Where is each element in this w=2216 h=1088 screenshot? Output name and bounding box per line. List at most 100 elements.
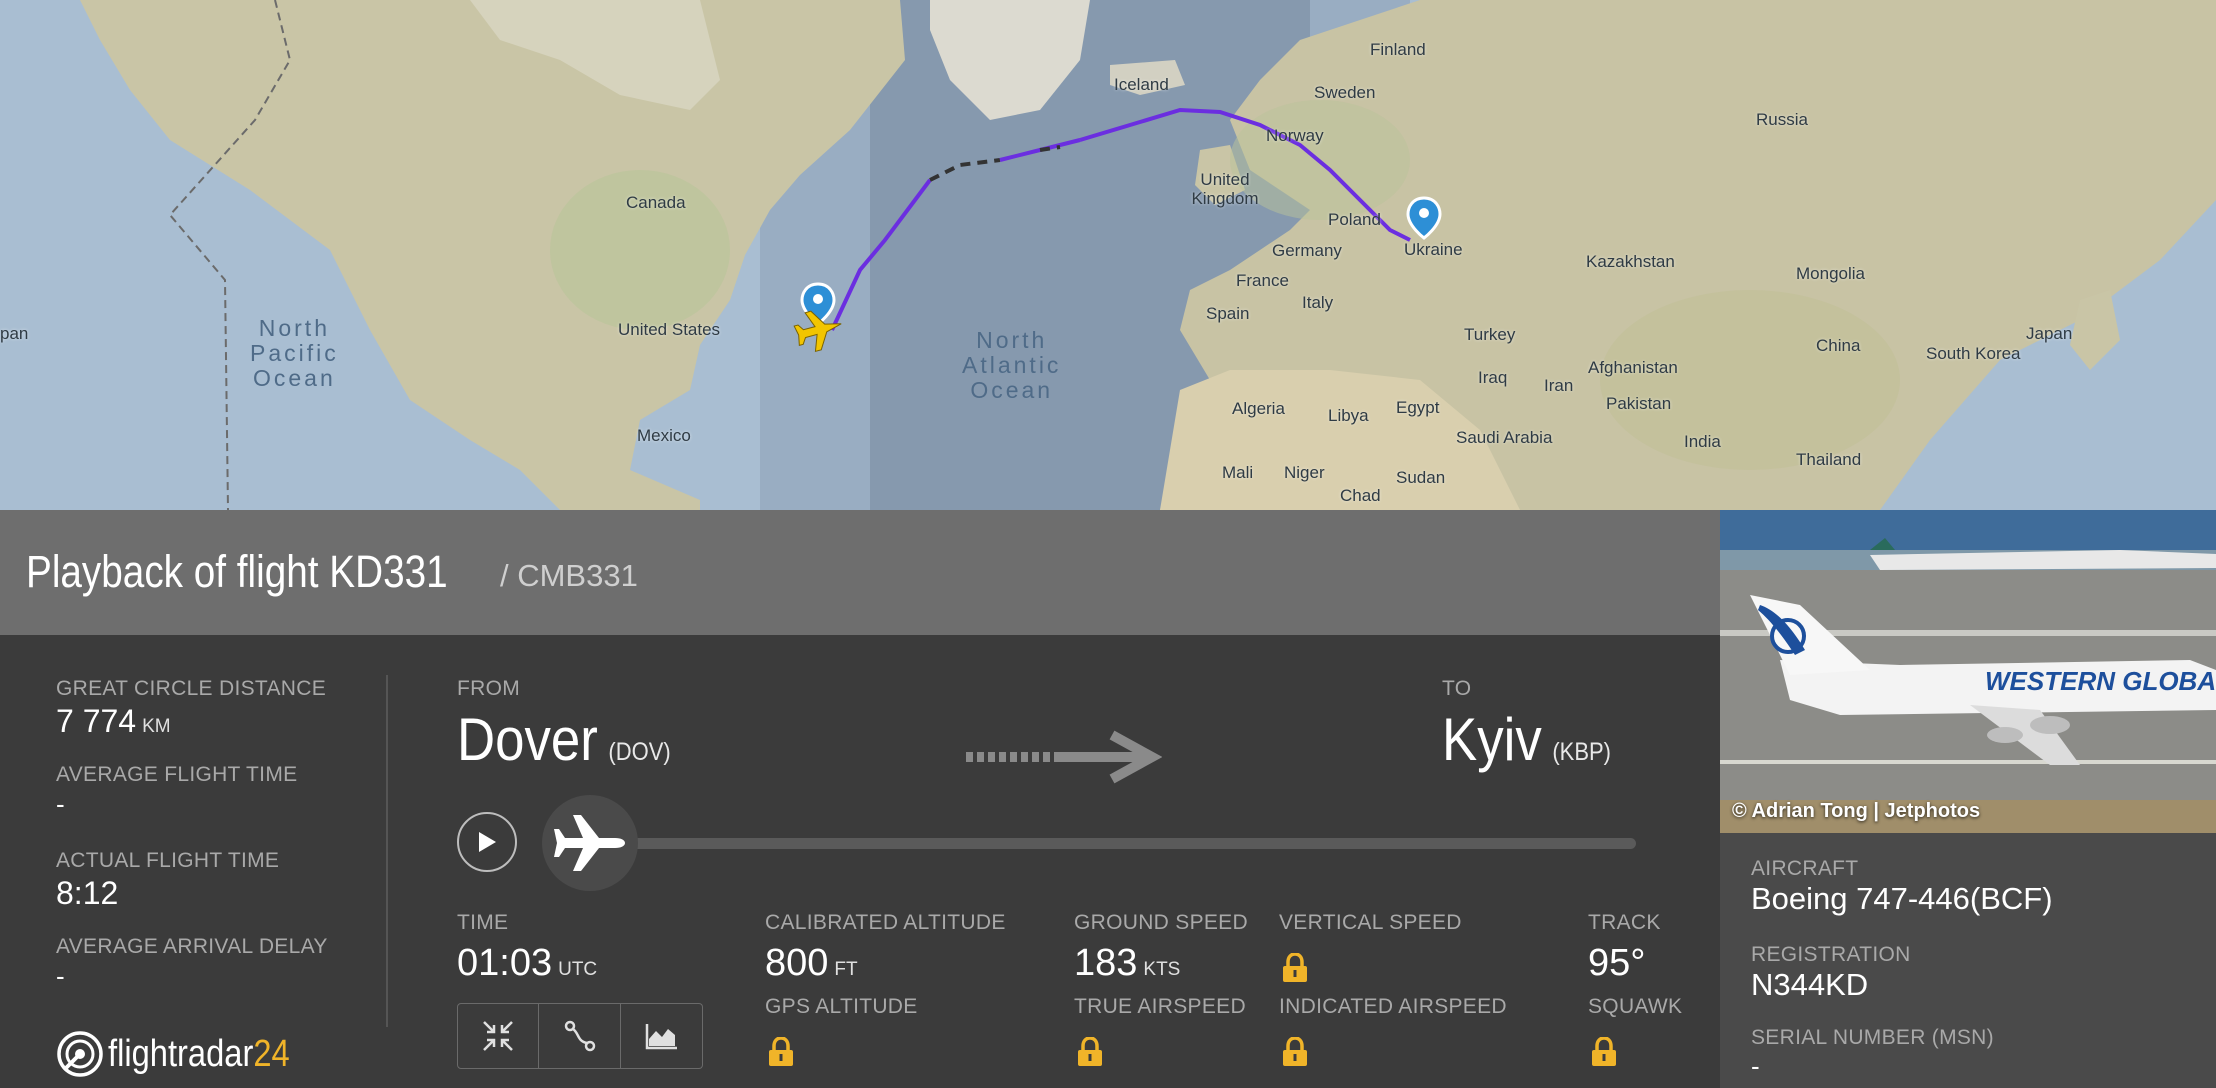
play-button[interactable] [457, 812, 517, 872]
indicated-airspeed-lock-icon[interactable] [1281, 1037, 1309, 1067]
map-label-spain: Spain [1206, 304, 1250, 323]
collapse-arrows-icon [483, 1021, 513, 1051]
page-title: Playback of flight KD331 [26, 546, 448, 597]
route-view-button[interactable] [539, 1003, 621, 1069]
altitude-graph-button[interactable] [621, 1003, 703, 1069]
vertical-speed-lock-icon[interactable] [1281, 953, 1309, 983]
origin-city[interactable]: Dover (DOV) [457, 705, 671, 774]
map-graphic [0, 0, 2216, 510]
map-label-libya: Libya [1328, 406, 1369, 425]
destination-city[interactable]: Kyiv (KBP) [1442, 705, 1611, 774]
aircraft-info-panel: AIRCRAFT Boeing 747-446(BCF) REGISTRATIO… [1720, 833, 2216, 1088]
calibrated-altitude-number: 800 [765, 942, 829, 984]
actual-flight-time-label: ACTUAL FLIGHT TIME [56, 849, 280, 872]
ocean-label-north-atlantic: North Atlantic Ocean [962, 327, 1062, 403]
time-value: 01:03 UTC [457, 942, 597, 985]
map-label-united-states: United States [618, 320, 721, 339]
map-label-pakistan: Pakistan [1606, 394, 1672, 413]
to-label: TO [1442, 677, 1472, 700]
map-label-iran: Iran [1544, 376, 1574, 395]
map-label-kazakhstan: Kazakhstan [1586, 252, 1675, 271]
map-label-china: China [1816, 336, 1861, 355]
registration-label: REGISTRATION [1751, 943, 1911, 966]
map-label-algeria: Algeria [1232, 399, 1285, 418]
serial-number-label: SERIAL NUMBER (MSN) [1751, 1026, 1994, 1049]
average-arrival-delay-value: - [56, 961, 65, 991]
playback-track[interactable] [590, 838, 1636, 849]
aircraft-livery-text: WESTERN GLOBAL [1985, 666, 2216, 696]
map-label-finland: Finland [1370, 40, 1426, 59]
map-label-saudi-arabia: Saudi Arabia [1456, 428, 1553, 447]
logo-text: flightradar24 [108, 1033, 290, 1076]
map-label-turkey: Turkey [1464, 325, 1516, 344]
ground-speed-label: GROUND SPEED [1074, 911, 1248, 934]
map-label-united-kingdom-text: United Kingdom [1191, 170, 1259, 208]
collapse-view-button[interactable] [457, 1003, 539, 1069]
map-label-russia: Russia [1756, 110, 1808, 129]
map-label-sudan: Sudan [1396, 468, 1446, 487]
true-airspeed-lock-icon[interactable] [1076, 1037, 1104, 1067]
radar-icon [57, 1031, 103, 1077]
gps-altitude-lock-icon[interactable] [767, 1037, 795, 1067]
registration-value[interactable]: N344KD [1751, 967, 1868, 1003]
play-icon [479, 832, 496, 852]
aircraft-photo-image: WESTERN GLOBAL [1720, 510, 2216, 833]
average-flight-time-value: - [56, 789, 65, 819]
map-label-france: France [1236, 271, 1289, 290]
map-label-india: India [1684, 432, 1721, 451]
ground-speed-value: 183 KTS [1074, 942, 1180, 985]
map-label-egypt: Egypt [1396, 398, 1440, 417]
ground-speed-number: 183 [1074, 942, 1138, 984]
map-label-south-korea: South Korea [1926, 344, 2021, 363]
callsign: / CMB331 [500, 558, 638, 593]
origin-airport-code: (DOV) [608, 738, 671, 766]
track-value: 95° [1588, 942, 1646, 984]
great-circle-distance-number: 7 774 [56, 703, 137, 739]
map-view[interactable]: Canada United States Mexico Iceland Finl… [0, 0, 2216, 510]
photo-credit[interactable]: © Adrian Tong | Jetphotos [1732, 800, 1980, 823]
destination-city-name: Kyiv [1442, 706, 1542, 773]
route-arrow-icon [966, 730, 1162, 784]
map-label-italy: Italy [1302, 293, 1334, 312]
track-label: TRACK [1588, 911, 1661, 934]
great-circle-distance-label: GREAT CIRCLE DISTANCE [56, 677, 327, 700]
map-label-chad: Chad [1340, 486, 1381, 505]
gps-altitude-label: GPS ALTITUDE [765, 995, 918, 1018]
time-unit: UTC [558, 959, 598, 980]
squawk-label: SQUAWK [1588, 995, 1683, 1018]
map-label-thailand: Thailand [1796, 450, 1862, 469]
flightradar24-logo[interactable]: flightradar24 [56, 1027, 319, 1081]
logo-text-main: flightradar [108, 1032, 254, 1075]
route-path-icon [564, 1020, 595, 1052]
map-label-sweden: Sweden [1314, 83, 1376, 102]
average-flight-time-label: AVERAGE FLIGHT TIME [56, 763, 298, 786]
playback-scrubber[interactable] [542, 795, 638, 891]
true-airspeed-label: TRUE AIRSPEED [1074, 995, 1246, 1018]
flight-details-panel: GREAT CIRCLE DISTANCE 7 774 KM AVERAGE FL… [0, 635, 1720, 1088]
actual-flight-time-value: 8:12 [56, 875, 119, 911]
great-circle-distance-unit: KM [142, 716, 171, 737]
airplane-icon [554, 815, 625, 871]
flight-header: Playback of flight KD331 / CMB331 [0, 510, 1720, 635]
map-label-niger: Niger [1284, 463, 1325, 482]
ground-speed-unit: KTS [1143, 959, 1181, 980]
stats-divider [386, 675, 388, 1027]
flight-playback-page: Canada United States Mexico Iceland Finl… [0, 0, 2216, 1088]
area-chart-icon [645, 1024, 677, 1050]
map-label-ukraine: Ukraine [1404, 240, 1463, 259]
from-label: FROM [457, 677, 521, 700]
time-label: TIME [457, 911, 509, 934]
squawk-lock-icon[interactable] [1590, 1037, 1618, 1067]
calibrated-altitude-value: 800 FT [765, 942, 858, 985]
map-label-japan-west: pan [0, 324, 29, 343]
vertical-speed-label: VERTICAL SPEED [1279, 911, 1462, 934]
map-label-afghanistan: Afghanistan [1588, 358, 1678, 377]
aircraft-photo[interactable]: WESTERN GLOBAL © Adrian Tong | Jetphotos [1720, 510, 2216, 833]
map-label-united-kingdom: United Kingdom [1190, 170, 1260, 208]
map-label-japan: Japan [2026, 324, 2073, 343]
calibrated-altitude-label: CALIBRATED ALTITUDE [765, 911, 1006, 934]
destination-airport-code: (KBP) [1552, 738, 1612, 766]
map-label-mexico: Mexico [637, 426, 691, 445]
serial-number-value: - [1751, 1051, 1760, 1081]
indicated-airspeed-label: INDICATED AIRSPEED [1279, 995, 1507, 1018]
